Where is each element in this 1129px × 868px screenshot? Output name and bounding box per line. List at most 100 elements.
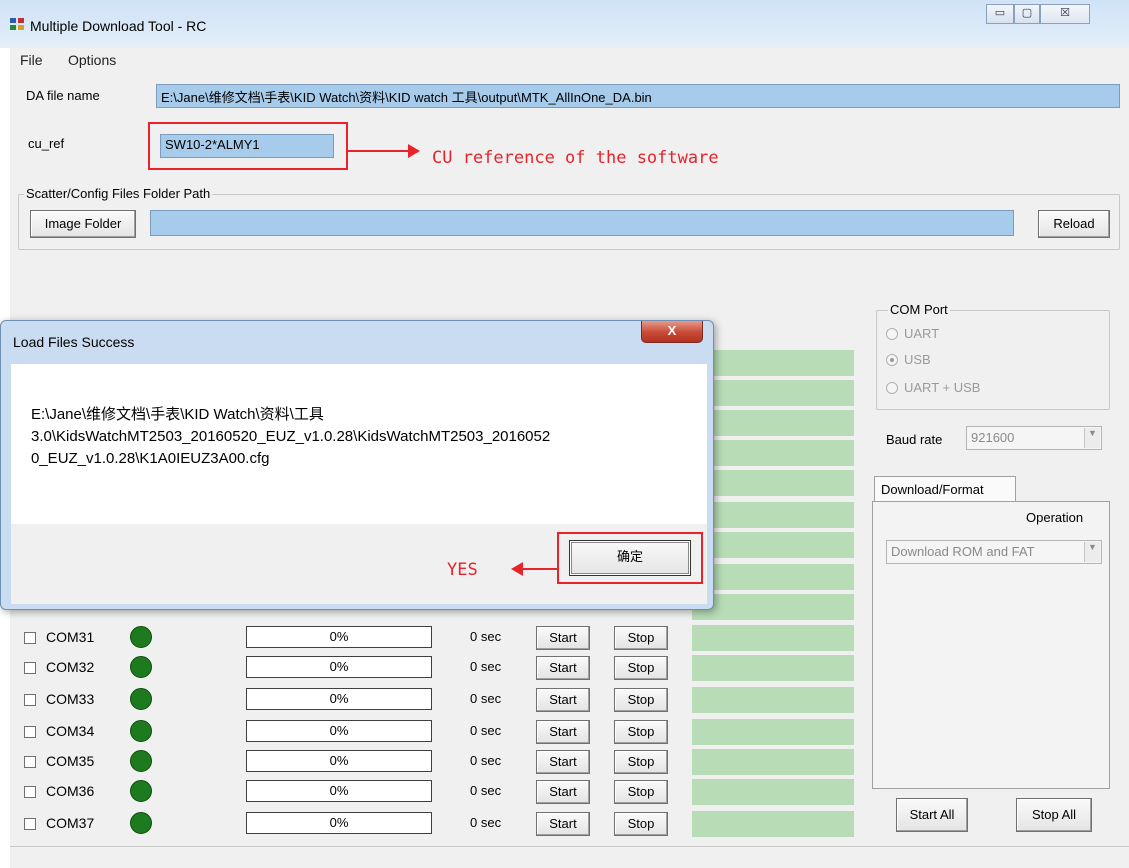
operation-select[interactable]: Download ROM and FAT ▼ xyxy=(886,540,1102,564)
cu-ref-label: cu_ref xyxy=(28,136,65,151)
status-bar xyxy=(692,532,854,558)
status-bar xyxy=(692,410,854,436)
radio-uart[interactable] xyxy=(886,328,898,340)
progress-bar: 0% xyxy=(246,720,432,742)
status-bar xyxy=(692,594,854,620)
close-window-button[interactable]: ☒ xyxy=(1040,4,1090,24)
stop-button[interactable]: Stop xyxy=(614,780,668,804)
status-bar xyxy=(692,811,854,837)
stop-button[interactable]: Stop xyxy=(614,812,668,836)
radio-uart-label: UART xyxy=(904,326,940,341)
radio-usb-label: USB xyxy=(904,352,931,367)
status-bar xyxy=(692,779,854,805)
progress-bar: 0% xyxy=(246,688,432,710)
da-file-label: DA file name xyxy=(26,88,100,103)
status-bar xyxy=(692,719,854,745)
close-icon: ☒ xyxy=(1060,7,1070,19)
status-led-icon xyxy=(130,780,152,802)
baud-rate-select[interactable]: 921600 ▼ xyxy=(966,426,1102,450)
com-port-label: COM Port xyxy=(888,302,950,317)
progress-bar: 0% xyxy=(246,812,432,834)
port-name: COM37 xyxy=(46,815,95,831)
dialog-message: E:\Jane\维修文档\手表\KID Watch\资料\工具 3.0\Kids… xyxy=(31,404,550,470)
title-bar: Multiple Download Tool - RC ▭ ▢ ☒ xyxy=(0,0,1129,48)
elapsed-time: 0 sec xyxy=(470,815,502,830)
status-bar xyxy=(692,655,854,681)
port-row: COM35 0% 0 sec Start Stop xyxy=(10,746,870,778)
dialog-close-button[interactable]: X xyxy=(641,321,703,343)
status-bar xyxy=(692,687,854,713)
port-name: COM31 xyxy=(46,629,95,645)
start-button[interactable]: Start xyxy=(536,750,590,774)
start-all-button[interactable]: Start All xyxy=(896,798,968,832)
start-button[interactable]: Start xyxy=(536,812,590,836)
port-checkbox[interactable] xyxy=(24,756,36,768)
status-bar xyxy=(692,380,854,406)
message-line: E:\Jane\维修文档\手表\KID Watch\资料\工具 xyxy=(31,406,324,423)
scatter-path-field[interactable] xyxy=(150,210,1014,236)
tab-download-format[interactable]: Download/Format xyxy=(874,476,1016,502)
scatter-group-label: Scatter/Config Files Folder Path xyxy=(24,186,213,201)
status-bar xyxy=(692,502,854,528)
start-button[interactable]: Start xyxy=(536,780,590,804)
image-folder-button[interactable]: Image Folder xyxy=(30,210,136,238)
port-checkbox[interactable] xyxy=(24,694,36,706)
load-files-dialog: Load Files Success X E:\Jane\维修文档\手表\KID… xyxy=(0,320,714,610)
port-checkbox[interactable] xyxy=(24,726,36,738)
progress-bar: 0% xyxy=(246,750,432,772)
port-checkbox[interactable] xyxy=(24,786,36,798)
elapsed-time: 0 sec xyxy=(470,659,502,674)
stop-button[interactable]: Stop xyxy=(614,750,668,774)
port-checkbox[interactable] xyxy=(24,632,36,644)
stop-button[interactable]: Stop xyxy=(614,720,668,744)
elapsed-time: 0 sec xyxy=(470,629,502,644)
menu-bar: File Options xyxy=(10,48,1129,74)
chevron-down-icon: ▼ xyxy=(1084,542,1100,562)
close-icon: X xyxy=(667,323,677,338)
status-bar xyxy=(692,440,854,466)
tab-download-format-label: Download/Format xyxy=(881,482,984,497)
chevron-down-icon: ▼ xyxy=(1084,428,1100,448)
status-led-icon xyxy=(130,626,152,648)
port-row: COM31 0% 0 sec Start Stop xyxy=(10,622,870,654)
stop-all-button[interactable]: Stop All xyxy=(1016,798,1092,832)
progress-bar: 0% xyxy=(246,656,432,678)
status-led-icon xyxy=(130,720,152,742)
dialog-body: E:\Jane\维修文档\手表\KID Watch\资料\工具 3.0\Kids… xyxy=(11,364,707,524)
radio-uart-usb[interactable] xyxy=(886,382,898,394)
start-button[interactable]: Start xyxy=(536,688,590,712)
reload-button[interactable]: Reload xyxy=(1038,210,1110,238)
app-icon xyxy=(10,18,24,30)
da-file-field[interactable]: E:\Jane\维修文档\手表\KID Watch\资料\KID watch 工… xyxy=(156,84,1120,108)
stop-button[interactable]: Stop xyxy=(614,626,668,650)
dialog-title: Load Files Success xyxy=(13,334,135,350)
stop-button[interactable]: Stop xyxy=(614,688,668,712)
port-row: COM34 0% 0 sec Start Stop xyxy=(10,716,870,748)
minimize-button[interactable]: ▭ xyxy=(986,4,1014,24)
port-name: COM35 xyxy=(46,753,95,769)
port-row: COM32 0% 0 sec Start Stop xyxy=(10,652,870,684)
port-name: COM36 xyxy=(46,783,95,799)
stop-button[interactable]: Stop xyxy=(614,656,668,680)
start-button[interactable]: Start xyxy=(536,720,590,744)
dialog-footer: 确定 YES xyxy=(11,524,707,604)
start-button[interactable]: Start xyxy=(536,656,590,680)
radio-usb[interactable] xyxy=(886,354,898,366)
status-led-icon xyxy=(130,812,152,834)
status-bar xyxy=(692,749,854,775)
elapsed-time: 0 sec xyxy=(470,783,502,798)
port-row: COM33 0% 0 sec Start Stop xyxy=(10,684,870,716)
radio-uart-usb-label: UART + USB xyxy=(904,380,981,395)
port-checkbox[interactable] xyxy=(24,662,36,674)
operation-label: Operation xyxy=(1026,510,1084,525)
maximize-button[interactable]: ▢ xyxy=(1014,4,1040,24)
operation-value: Download ROM and FAT xyxy=(891,544,1035,559)
menu-options[interactable]: Options xyxy=(68,52,116,68)
yes-annotation: YES xyxy=(447,560,478,580)
port-checkbox[interactable] xyxy=(24,818,36,830)
start-button[interactable]: Start xyxy=(536,626,590,650)
minimize-icon: ▭ xyxy=(994,7,1006,19)
menu-file[interactable]: File xyxy=(20,52,43,68)
status-led-icon xyxy=(130,688,152,710)
elapsed-time: 0 sec xyxy=(470,753,502,768)
